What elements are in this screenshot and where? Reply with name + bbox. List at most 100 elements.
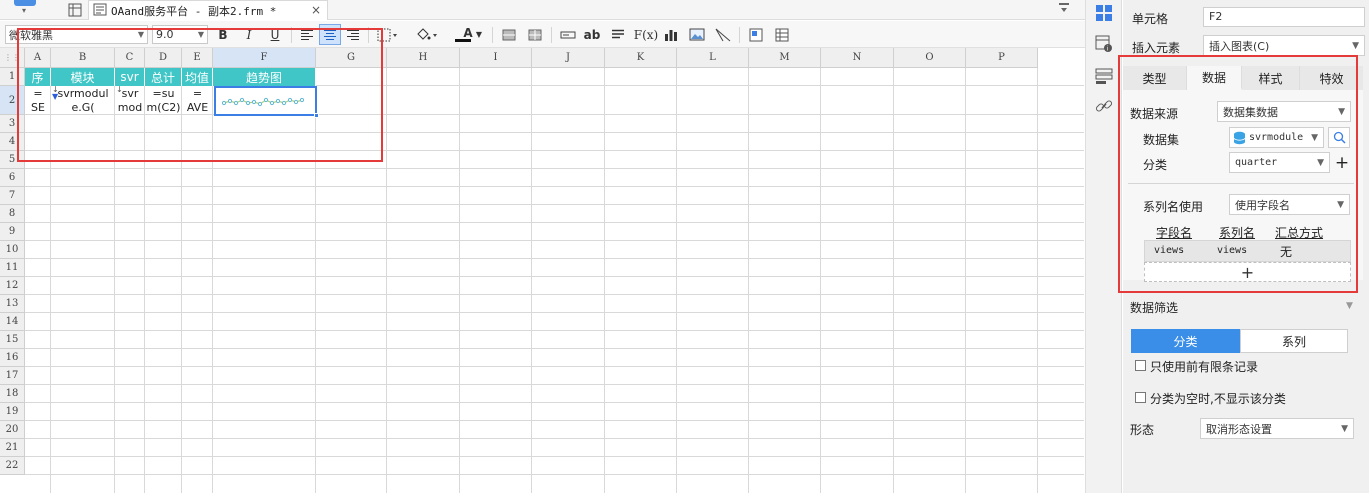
collapse-icon[interactable]: ▼ — [1346, 301, 1353, 311]
row-header-12[interactable]: 12 — [0, 277, 25, 295]
insert-slash-icon[interactable] — [712, 24, 734, 45]
close-tab-icon[interactable]: × — [311, 3, 321, 17]
row-header-21[interactable]: 21 — [0, 439, 25, 457]
column-header-O[interactable]: O — [894, 48, 966, 68]
row-header-18[interactable]: 18 — [0, 385, 25, 403]
hide-empty-checkbox[interactable] — [1135, 392, 1146, 403]
limit-records-checkbox[interactable] — [1135, 360, 1146, 371]
insert-element-select[interactable]: 插入图表(C) ▼ — [1203, 35, 1365, 56]
add-field-button[interactable]: + — [1144, 262, 1351, 282]
widget-settings-icon[interactable] — [1094, 66, 1114, 86]
dataset-select[interactable]: svrmodule ▼ — [1229, 127, 1324, 148]
row-header-1[interactable]: 1 — [0, 68, 25, 86]
text-button[interactable]: ab — [581, 24, 603, 45]
chevron-down-icon[interactable]: ▾ — [22, 6, 26, 15]
cell-C2-wrap[interactable]: ↓ svr mod — [115, 86, 145, 115]
cell-element-icon[interactable] — [1094, 3, 1114, 23]
align-right-button[interactable] — [342, 24, 364, 45]
column-header-F[interactable]: F — [213, 48, 316, 68]
merge-cells-button[interactable] — [498, 24, 520, 45]
shape-select[interactable]: 取消形态设置 ▼ — [1200, 418, 1354, 439]
column-header-I[interactable]: I — [460, 48, 532, 68]
fill-color-button[interactable] — [412, 24, 442, 45]
align-center-button[interactable] — [319, 24, 341, 45]
font-size-select[interactable]: 9.0 ▼ — [152, 25, 208, 44]
border-button[interactable] — [373, 24, 403, 45]
data-source-select[interactable]: 数据集数据 ▼ — [1217, 101, 1351, 122]
row-header-4[interactable]: 4 — [0, 133, 25, 151]
column-header-B[interactable]: B — [51, 48, 115, 68]
row-header-19[interactable]: 19 — [0, 403, 25, 421]
cell-A2[interactable]: = SE — [25, 86, 51, 115]
tab-effects[interactable]: 特效 — [1300, 66, 1363, 90]
align-left-button[interactable] — [296, 24, 318, 45]
filter-toggle-category[interactable]: 分类 — [1131, 329, 1240, 353]
select-all-corner[interactable]: ⋮⋮ — [0, 48, 25, 68]
insert-chart-icon[interactable] — [660, 24, 682, 45]
row-header-9[interactable]: 9 — [0, 223, 25, 241]
row-header-17[interactable]: 17 — [0, 367, 25, 385]
add-category-button[interactable]: + — [1333, 152, 1351, 173]
row-header-3[interactable]: 3 — [0, 115, 25, 133]
row-header-20[interactable]: 20 — [0, 421, 25, 439]
font-color-button[interactable]: A ▼ — [452, 24, 484, 45]
row-header-16[interactable]: 16 — [0, 349, 25, 367]
row-header-2[interactable]: 2 — [0, 86, 25, 115]
text-field-button[interactable] — [557, 24, 579, 45]
row-header-14[interactable]: 14 — [0, 313, 25, 331]
cell-D1[interactable]: 总计 — [145, 68, 182, 86]
italic-button[interactable]: I — [238, 24, 260, 45]
column-header-D[interactable]: D — [145, 48, 182, 68]
cell-B1[interactable]: 模块 — [51, 68, 115, 86]
row-header-5[interactable]: 5 — [0, 151, 25, 169]
column-header-A[interactable]: A — [25, 48, 51, 68]
column-header-N[interactable]: N — [821, 48, 894, 68]
hyperlink-icon[interactable] — [1094, 96, 1114, 116]
row-header-6[interactable]: 6 — [0, 169, 25, 187]
row-header-11[interactable]: 11 — [0, 259, 25, 277]
row-header-7[interactable]: 7 — [0, 187, 25, 205]
filter-toggle-series[interactable]: 系列 — [1240, 329, 1348, 353]
cell-F1[interactable]: 趋势图 — [213, 68, 316, 86]
cell-D2[interactable]: =su m(C2) — [145, 86, 182, 115]
column-header-P[interactable]: P — [966, 48, 1038, 68]
formula-button[interactable]: F(x) — [633, 24, 659, 45]
row-header-15[interactable]: 15 — [0, 331, 25, 349]
field-row-summary[interactable]: 无 — [1280, 243, 1292, 260]
cell-A1[interactable]: 序 — [25, 68, 51, 86]
tab-list-menu-icon[interactable] — [1058, 2, 1070, 17]
cell-address-field[interactable]: F2 — [1203, 7, 1365, 27]
bold-button[interactable]: B — [212, 24, 234, 45]
fill-handle[interactable] — [314, 113, 319, 118]
cell-C1[interactable]: svr — [115, 68, 145, 86]
row-header-22[interactable]: 22 — [0, 457, 25, 475]
column-header-E[interactable]: E — [182, 48, 213, 68]
spreadsheet-grid[interactable]: ⋮⋮ ABCDEFGHIJKLMNOP 1 2 3 4 5 6 7 8 9 10 11 12 13 14 1… — [0, 48, 1084, 493]
row-header-8[interactable]: 8 — [0, 205, 25, 223]
column-header-M[interactable]: M — [749, 48, 821, 68]
unmerge-cells-button[interactable] — [524, 24, 546, 45]
column-header-K[interactable]: K — [605, 48, 677, 68]
rich-text-button[interactable] — [607, 24, 629, 45]
font-family-select[interactable]: 微软雅黑 ▼ — [5, 25, 148, 44]
category-select[interactable]: quarter ▼ — [1229, 152, 1330, 173]
column-header-H[interactable]: H — [387, 48, 460, 68]
new-template-icon[interactable] — [66, 1, 84, 19]
dataset-search-button[interactable] — [1328, 127, 1350, 148]
column-header-J[interactable]: J — [532, 48, 605, 68]
series-name-select[interactable]: 使用字段名 ▼ — [1229, 194, 1350, 215]
cell-style-icon[interactable] — [745, 24, 767, 45]
column-header-L[interactable]: L — [677, 48, 749, 68]
underline-button[interactable]: U — [264, 24, 286, 45]
tab-data[interactable]: 数据 — [1187, 66, 1242, 90]
tab-style[interactable]: 样式 — [1242, 66, 1300, 90]
cell-E2[interactable]: = AVE — [182, 86, 213, 115]
field-row-name[interactable]: views — [1154, 245, 1184, 256]
cell-attr-icon[interactable] — [771, 24, 793, 45]
cell-attributes-icon[interactable]: i — [1094, 34, 1114, 54]
field-row-series[interactable]: views — [1217, 245, 1247, 256]
row-header-13[interactable]: 13 — [0, 295, 25, 313]
cell-F2-sparkline[interactable] — [214, 86, 319, 118]
insert-image-icon[interactable] — [686, 24, 708, 45]
column-header-G[interactable]: G — [316, 48, 387, 68]
